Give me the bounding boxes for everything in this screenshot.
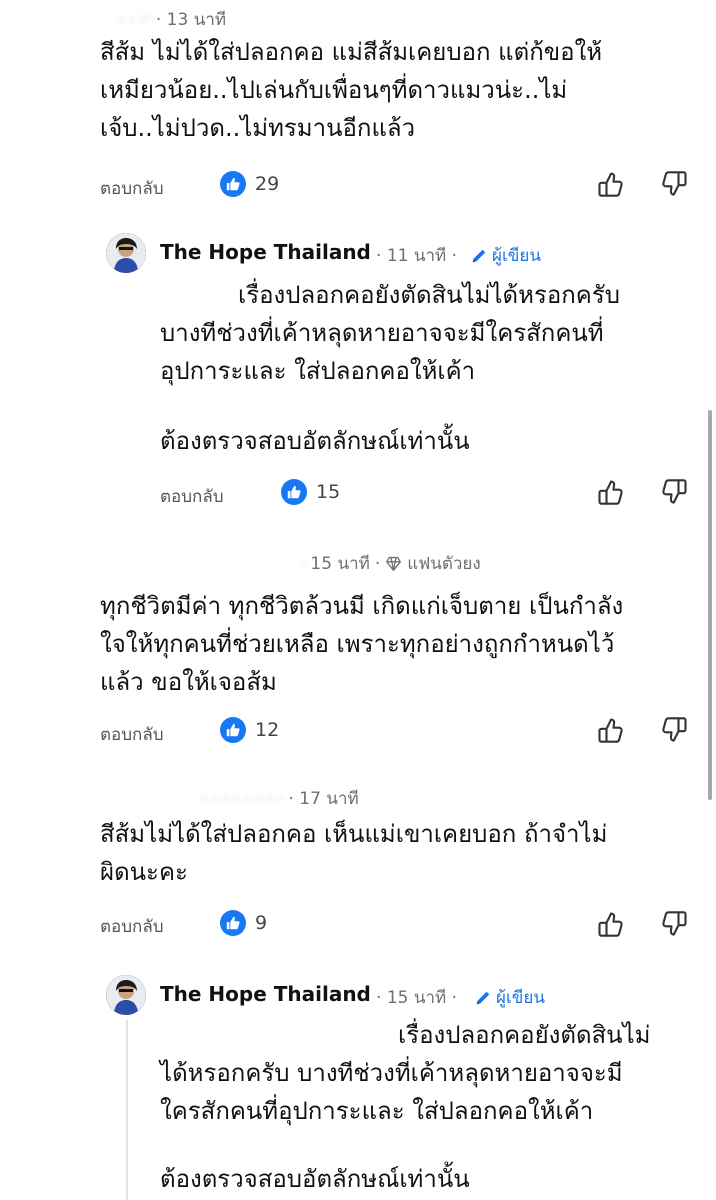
comment-line: ได้หรอกครับ บางทีช่วงที่เค้าหลุดหายอาจจะ… [160, 1059, 623, 1087]
redacted-username: · [300, 553, 306, 574]
comment-line: บางทีช่วงที่เค้าหลุดหายอาจจะมีใครสักคนที… [160, 319, 604, 347]
comment-line: ใครสักคนที่อุปการะและ ใส่ปลอกคอให้เค้า [160, 1097, 594, 1125]
comment-time: 11 นาที [386, 246, 447, 266]
comment-line: สีส้มไม่ได้ใส่ปลอกคอ เห็นแม่เขาเคยบอก ถ้… [100, 820, 608, 848]
author-badge: ผู้เขียน [474, 984, 545, 1011]
comment-body: ทุกชีวิตมีค่า ทุกชีวิตล้วนมี เกิดแก่เจ็บ… [100, 587, 623, 701]
avatar[interactable] [106, 233, 146, 273]
thumbs-down-icon[interactable] [661, 478, 689, 506]
like-badge-icon[interactable] [220, 717, 246, 743]
reply-button[interactable]: ตอบกลับ [160, 483, 224, 510]
redacted-username: · · · · · · · · [202, 789, 284, 809]
reply-button[interactable]: ตอบกลับ [100, 175, 164, 202]
comment-body: สีส้มไม่ได้ใส่ปลอกคอ เห็นแม่เขาเคยบอก ถ้… [100, 815, 607, 891]
thumbs-up-icon[interactable] [596, 910, 624, 938]
comment-body: สีส้ม ไม่ได้ใส่ปลอกคอ แม่สีส้มเคยบอก แต่… [100, 33, 602, 147]
comment-line: ใจให้ทุกคนที่ช่วยเหลือ เพราะทุกอย่างถูกก… [100, 630, 615, 658]
pencil-icon [476, 991, 490, 1004]
thumbs-up-icon[interactable] [596, 170, 624, 198]
like-count: 15 [316, 481, 341, 503]
comment-line: ผิดนะคะ [100, 858, 188, 886]
comment-line: ต้องตรวจสอบอัตลักษณ์เท่านั้น [160, 427, 470, 455]
reply-button[interactable]: ตอบกลับ [100, 721, 164, 748]
comment-line: ทุกชีวิตมีค่า ทุกชีวิตล้วนมี เกิดแก่เจ็บ… [100, 592, 624, 620]
thumbs-up-icon[interactable] [596, 478, 624, 506]
thread-line [126, 1020, 128, 1200]
author-name[interactable]: The Hope Thailand [160, 240, 371, 264]
author-badge-label: ผู้เขียน [496, 988, 545, 1008]
comment-meta: · · · · · · · · · 17 นาที [202, 789, 359, 809]
comment-line: อุปการะและ ใส่ปลอกคอให้เค้า [160, 357, 476, 385]
like-count: 12 [255, 719, 280, 741]
like-badge-icon[interactable] [220, 910, 246, 936]
fan-badge-label: แฟนตัวยง [407, 554, 481, 574]
comment-meta: · 15 นาที · แฟนตัวยง [300, 550, 481, 577]
scrollbar[interactable] [708, 410, 712, 800]
avatar[interactable] [106, 975, 146, 1015]
author-badge: ผู้เขียน [470, 242, 541, 269]
comment-line: สีส้ม ไม่ได้ใส่ปลอกคอ แม่สีส้มเคยบอก แต่… [100, 38, 603, 66]
comment-time: 17 นาที [299, 789, 359, 809]
reply-button[interactable]: ตอบกลับ [100, 913, 164, 940]
pencil-icon [472, 249, 486, 262]
like-badge-icon[interactable] [220, 171, 246, 197]
thumbs-up-icon[interactable] [596, 716, 624, 744]
comment-time: 13 นาที [166, 10, 227, 30]
like-count: 9 [255, 912, 268, 934]
redacted-username: · · ·· [118, 10, 151, 30]
comment-line: เจ้บ..ไม่ปวด..ไม่ทรมานอีกแล้ว [100, 114, 416, 142]
author-name[interactable]: The Hope Thailand [160, 982, 371, 1006]
comment-line: เรื่องปลอกคอยังตัดสินไม่ได้หรอกครับ [238, 281, 620, 309]
thumbs-down-icon[interactable] [661, 910, 689, 938]
comment-line: แล้ว ขอให้เจอส้ม [100, 668, 277, 696]
comment-meta: · 11 นาที · [376, 246, 458, 266]
comment-meta: · 15 นาที · [376, 988, 458, 1008]
comment-meta: · · ·· · 13 นาที [118, 10, 227, 30]
comment-line: เรื่องปลอกคอยังตัดสินไม่ [398, 1021, 651, 1049]
comment-time: 15 นาที [310, 554, 370, 574]
thumbs-down-icon[interactable] [661, 170, 689, 198]
diamond-icon [386, 556, 402, 571]
comment-time: 15 นาที [386, 988, 447, 1008]
comment-line: ต้องตรวจสอบอัตลักษณ์เท่านั้น [160, 1165, 470, 1193]
thumbs-down-icon[interactable] [661, 716, 689, 744]
author-badge-label: ผู้เขียน [492, 246, 541, 266]
like-badge-icon[interactable] [281, 479, 307, 505]
comment-line: เหมียวน้อย..ไปเล่นกับเพื่อนๆที่ดาวแมวน่ะ… [100, 76, 568, 104]
like-count: 29 [255, 173, 280, 195]
